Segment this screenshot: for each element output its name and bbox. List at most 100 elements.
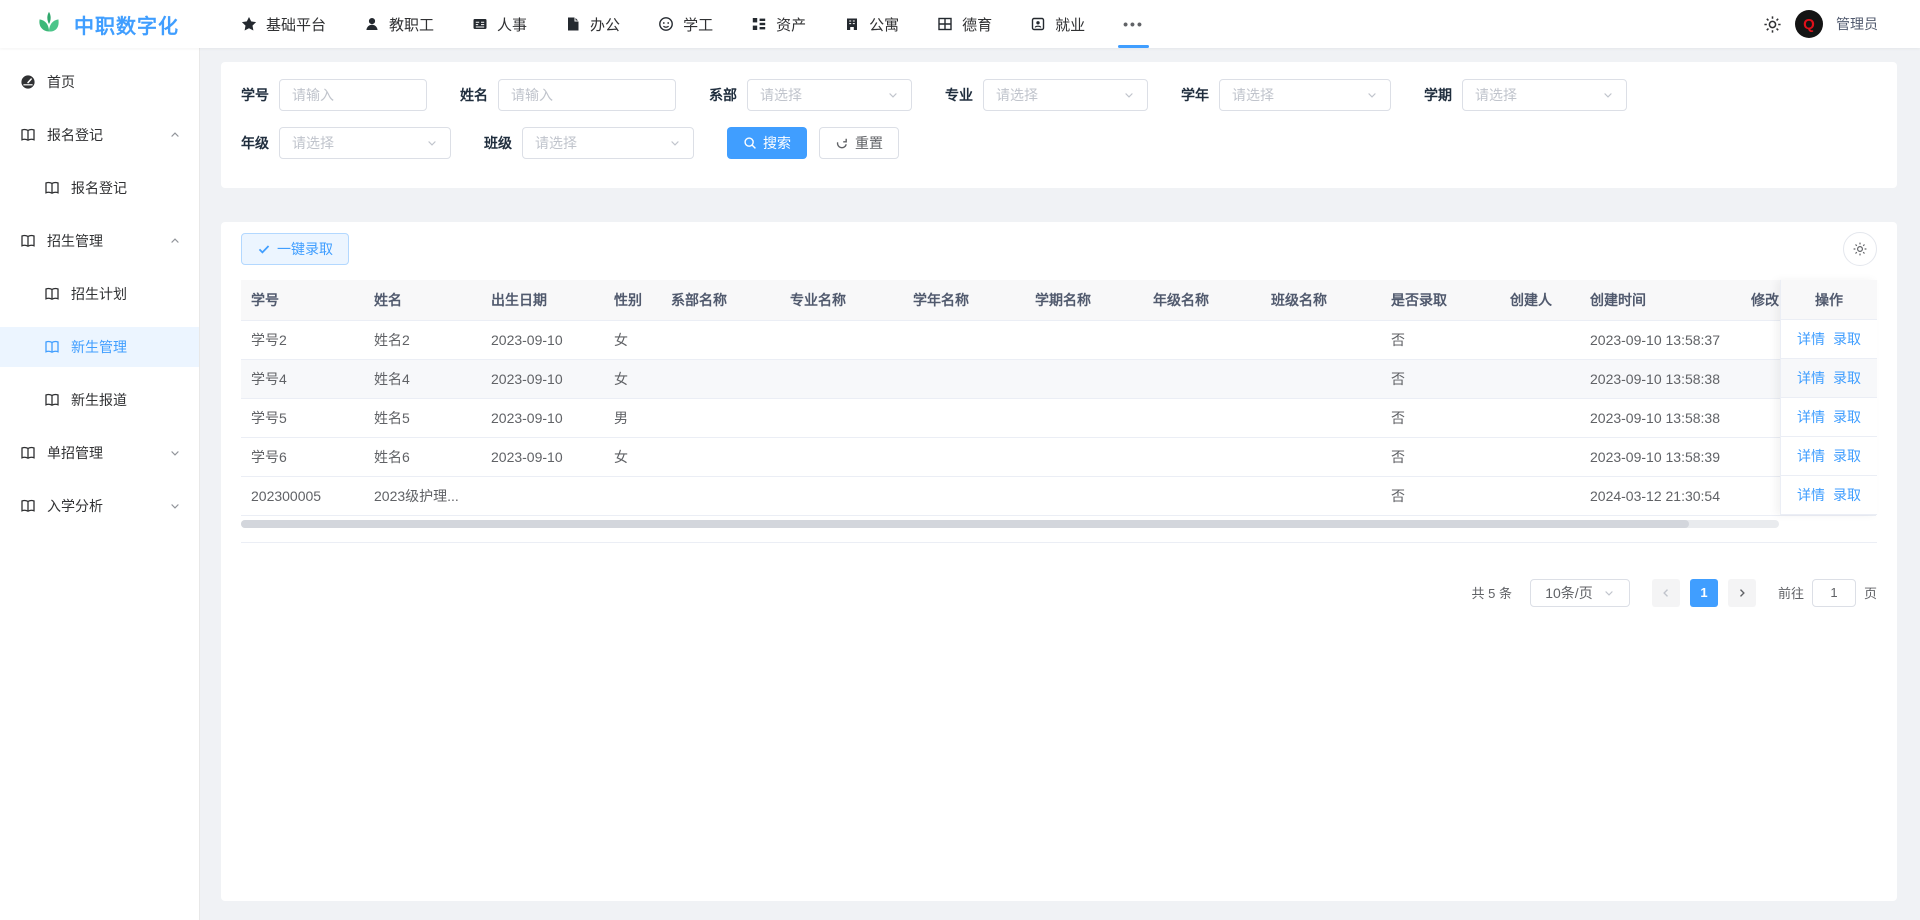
field-label: 专业: [945, 85, 973, 105]
field-label: 年级: [241, 133, 269, 153]
sidebar-item-freshman-management[interactable]: 新生管理: [0, 327, 199, 367]
batch-admit-label: 一键录取: [277, 239, 333, 259]
building-icon: [844, 16, 860, 32]
table-row[interactable]: 学号6 姓名6 2023-09-10 女 否: [241, 437, 1876, 476]
avatar[interactable]: Q: [1795, 10, 1823, 38]
cell-grade: [1143, 398, 1261, 437]
cell-birth: 2023-09-10: [481, 320, 604, 359]
admit-link[interactable]: 录取: [1833, 407, 1861, 427]
book-icon: [20, 233, 36, 249]
detail-link[interactable]: 详情: [1797, 407, 1825, 427]
cell-semester: [1025, 476, 1143, 515]
class-select[interactable]: 请选择: [522, 127, 694, 159]
settings-gear-icon[interactable]: [1763, 15, 1782, 34]
cell-major: [780, 437, 903, 476]
cell-grade: [1143, 476, 1261, 515]
cell-dept: [661, 476, 780, 515]
current-page[interactable]: 1: [1690, 579, 1718, 607]
cell-dept: [661, 398, 780, 437]
cell-dept: [661, 437, 780, 476]
field-class: 班级 请选择: [484, 127, 694, 159]
student-icon: [658, 16, 674, 32]
semester-select[interactable]: 请选择: [1462, 79, 1627, 111]
admit-link[interactable]: 录取: [1833, 485, 1861, 505]
horizontal-scrollbar[interactable]: [241, 520, 1779, 528]
cell-birth: [481, 476, 604, 515]
nav-item-label: 基础平台: [266, 14, 326, 35]
nav-item-assets[interactable]: 资产: [732, 0, 825, 48]
sidebar-item-registration[interactable]: 报名登记: [0, 168, 199, 208]
admit-link[interactable]: 录取: [1833, 329, 1861, 349]
table-row[interactable]: 学号5 姓名5 2023-09-10 男 否: [241, 398, 1876, 437]
ellipsis-icon: •••: [1123, 16, 1144, 32]
sidebar-item-freshman-checkin[interactable]: 新生报道: [0, 380, 199, 420]
sidebar-item-enrollment-analysis[interactable]: 入学分析: [0, 486, 199, 526]
cell-class: [1261, 437, 1381, 476]
nav-item-hr[interactable]: 人事: [453, 0, 546, 48]
department-select[interactable]: 请选择: [747, 79, 912, 111]
brand[interactable]: 中职数字化: [0, 9, 200, 39]
reset-button[interactable]: 重置: [819, 127, 899, 159]
sidebar-item-label: 招生管理: [47, 231, 169, 251]
book-icon: [44, 392, 60, 408]
scrollbar-thumb[interactable]: [241, 520, 1689, 528]
prev-page-button[interactable]: [1652, 579, 1680, 607]
table-row[interactable]: 学号4 姓名4 2023-09-10 女 否: [241, 359, 1876, 398]
detail-link[interactable]: 详情: [1797, 368, 1825, 388]
name-input[interactable]: [498, 79, 676, 111]
sidebar-item-registration-group[interactable]: 报名登记: [0, 115, 199, 155]
cell-school-year: [903, 437, 1025, 476]
nav-item-label: 教职工: [389, 14, 434, 35]
column-settings-button[interactable]: [1843, 232, 1877, 266]
search-button[interactable]: 搜索: [727, 127, 807, 159]
nav-item-base-platform[interactable]: 基础平台: [222, 0, 345, 48]
cell-class: [1261, 476, 1381, 515]
total-count: 共 5 条: [1472, 583, 1512, 602]
goto-page-input[interactable]: [1812, 579, 1856, 607]
nav-item-student-affairs[interactable]: 学工: [639, 0, 732, 48]
nav-item-staff[interactable]: 教职工: [345, 0, 453, 48]
nav-item-more[interactable]: •••: [1104, 0, 1163, 48]
cell-admitted: 否: [1381, 437, 1500, 476]
detail-link[interactable]: 详情: [1797, 329, 1825, 349]
sidebar-item-single-admission[interactable]: 单招管理: [0, 433, 199, 473]
cell-creator: [1500, 476, 1580, 515]
sidebar-item-admission-plan[interactable]: 招生计划: [0, 274, 199, 314]
table-row[interactable]: 202300005 2023级护理... 否: [241, 476, 1876, 515]
detail-link[interactable]: 详情: [1797, 446, 1825, 466]
detail-link[interactable]: 详情: [1797, 485, 1825, 505]
student-id-input[interactable]: [279, 79, 427, 111]
column-header: 性别: [604, 280, 661, 320]
cell-name: 姓名6: [364, 437, 481, 476]
sidebar-item-home[interactable]: 首页: [0, 62, 199, 102]
next-page-button[interactable]: [1728, 579, 1756, 607]
major-select[interactable]: 请选择: [983, 79, 1148, 111]
cell-admitted: 否: [1381, 398, 1500, 437]
batch-admit-button[interactable]: 一键录取: [241, 233, 349, 265]
admit-link[interactable]: 录取: [1833, 446, 1861, 466]
cell-birth: 2023-09-10: [481, 398, 604, 437]
page-size-select[interactable]: 10条/页: [1530, 579, 1630, 607]
cell-admitted: 否: [1381, 476, 1500, 515]
admit-link[interactable]: 录取: [1833, 368, 1861, 388]
nav-item-office[interactable]: 办公: [546, 0, 639, 48]
search-icon: [743, 136, 757, 150]
book-icon: [44, 180, 60, 196]
chevron-down-icon: [426, 137, 438, 149]
search-filter-card: 学号 姓名 系部 请选择 专业 请选择: [221, 62, 1897, 188]
sidebar: 首页 报名登记 报名登记 招生管理: [0, 48, 200, 920]
column-header: 是否录取: [1381, 280, 1500, 320]
cell-semester: [1025, 359, 1143, 398]
table-row[interactable]: 学号2 姓名2 2023-09-10 女 否: [241, 320, 1876, 359]
nav-item-employment[interactable]: 就业: [1011, 0, 1104, 48]
field-label: 学号: [241, 85, 269, 105]
grade-select[interactable]: 请选择: [279, 127, 451, 159]
school-year-select[interactable]: 请选择: [1219, 79, 1391, 111]
table-scroll-area: 学号 姓名 出生日期 性别 系部名称 专业名称 学年名称 学期名称 年级名称 班…: [241, 280, 1876, 516]
check-icon: [257, 242, 271, 256]
nav-item-apartment[interactable]: 公寓: [825, 0, 918, 48]
nav-item-moral-education[interactable]: 德育: [918, 0, 1011, 48]
sidebar-item-admissions-group[interactable]: 招生管理: [0, 221, 199, 261]
field-school-year: 学年 请选择: [1181, 79, 1391, 111]
person-icon: [364, 16, 380, 32]
